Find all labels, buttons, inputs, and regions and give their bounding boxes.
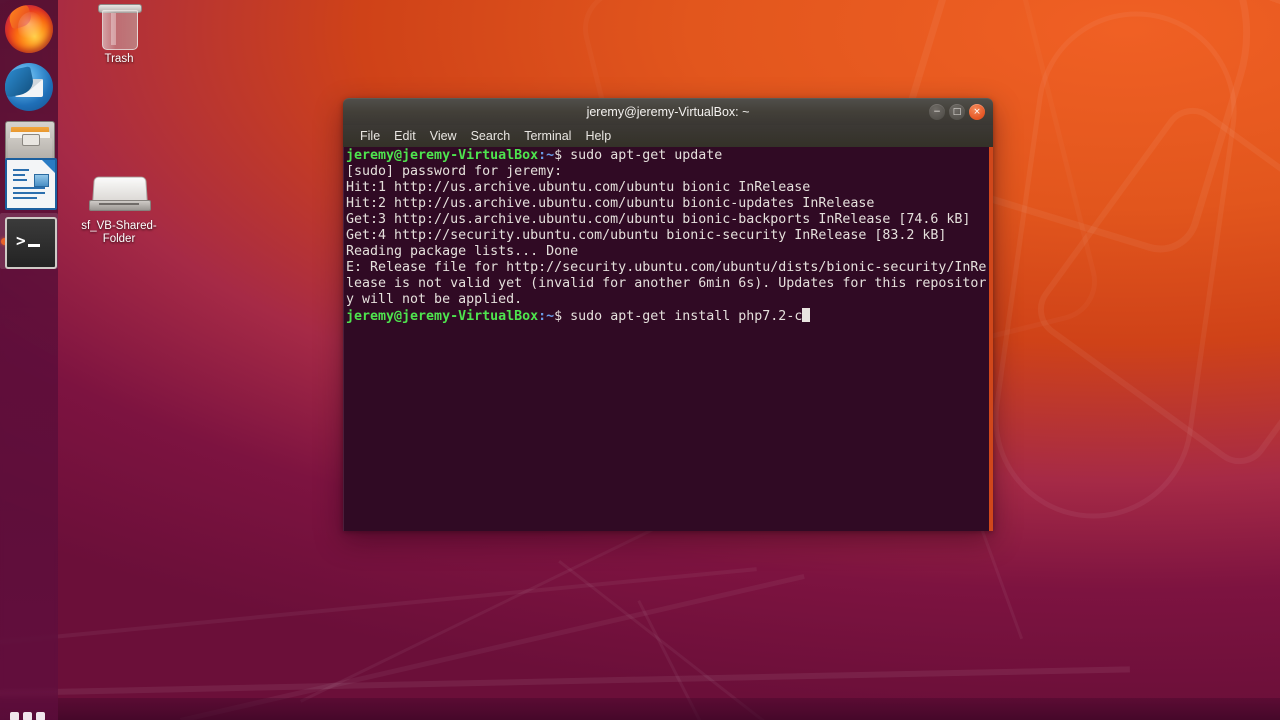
maximize-icon: □ bbox=[952, 107, 962, 117]
terminal-output-line: lease is not valid yet (invalid for anot… bbox=[346, 276, 987, 291]
minimize-icon: − bbox=[933, 107, 941, 117]
text-cursor bbox=[802, 308, 811, 322]
prompt-path: :~ bbox=[538, 148, 555, 163]
trash-icon bbox=[98, 2, 142, 50]
show-applications-button[interactable] bbox=[10, 704, 48, 720]
terminal-output-line: Hit:2 http://us.archive.ubuntu.com/ubunt… bbox=[346, 196, 875, 211]
window-controls: − □ × bbox=[929, 104, 985, 120]
desktop-icon-trash[interactable]: Trash bbox=[76, 2, 162, 66]
thunderbird-icon bbox=[5, 63, 53, 111]
menu-item-file[interactable]: File bbox=[353, 126, 387, 146]
terminal-icon: > bbox=[5, 217, 57, 269]
prompt-path: :~ bbox=[538, 309, 555, 324]
terminal-output-line: Get:4 http://security.ubuntu.com/ubuntu … bbox=[346, 228, 947, 243]
minimize-button[interactable]: − bbox=[929, 104, 945, 120]
menu-item-help[interactable]: Help bbox=[578, 126, 618, 146]
terminal-prompt-line: jeremy@jeremy-VirtualBox:~$ sudo apt-get… bbox=[346, 308, 985, 324]
wallpaper-shade bbox=[0, 698, 1280, 720]
menu-item-view[interactable]: View bbox=[423, 126, 464, 146]
terminal-scrollbar[interactable] bbox=[989, 147, 993, 531]
menu-item-terminal[interactable]: Terminal bbox=[517, 126, 578, 146]
prompt-user-host: jeremy@jeremy-VirtualBox bbox=[346, 309, 539, 324]
menu-item-edit[interactable]: Edit bbox=[387, 126, 423, 146]
terminal-output-line: E: Release file for http://security.ubun… bbox=[346, 260, 987, 275]
unity-launcher: > bbox=[0, 0, 58, 720]
menu-bar: File Edit View Search Terminal Help bbox=[343, 125, 993, 147]
launcher-item-terminal[interactable]: > bbox=[0, 213, 58, 269]
terminal-output-line: Reading package lists... Done bbox=[346, 244, 579, 259]
launcher-item-firefox[interactable] bbox=[5, 5, 53, 53]
firefox-icon bbox=[5, 5, 53, 53]
prompt-user-host: jeremy@jeremy-VirtualBox bbox=[346, 148, 539, 163]
window-title: jeremy@jeremy-VirtualBox: ~ bbox=[586, 105, 750, 119]
launcher-item-thunderbird[interactable] bbox=[5, 63, 53, 111]
maximize-button[interactable]: □ bbox=[949, 104, 965, 120]
hard-drive-icon bbox=[89, 176, 151, 216]
desktop-icon-label: Trash bbox=[104, 53, 134, 65]
terminal-prompt-line: jeremy@jeremy-VirtualBox:~$ sudo apt-get… bbox=[346, 148, 985, 164]
terminal-window: jeremy@jeremy-VirtualBox: ~ − □ × File E… bbox=[343, 98, 993, 531]
terminal-output-area[interactable]: jeremy@jeremy-VirtualBox:~$ sudo apt-get… bbox=[343, 147, 993, 531]
menu-item-search[interactable]: Search bbox=[464, 126, 518, 146]
launcher-item-libreoffice-writer[interactable] bbox=[5, 158, 57, 210]
close-icon: × bbox=[973, 107, 981, 117]
prompt-command: $ sudo apt-get install php7.2-c bbox=[554, 309, 803, 324]
window-titlebar[interactable]: jeremy@jeremy-VirtualBox: ~ − □ × bbox=[343, 98, 993, 125]
desktop: Trash sf_VB-Shared-Folder > jeremy@jerem… bbox=[0, 0, 1280, 720]
desktop-icon-label: sf_VB-Shared-Folder bbox=[81, 220, 157, 245]
close-button[interactable]: × bbox=[969, 104, 985, 120]
terminal-output-line: Get:3 http://us.archive.ubuntu.com/ubunt… bbox=[346, 212, 971, 227]
desktop-icon-shared-folder[interactable]: sf_VB-Shared-Folder bbox=[76, 176, 162, 246]
terminal-output-line: Hit:1 http://us.archive.ubuntu.com/ubunt… bbox=[346, 180, 811, 195]
terminal-text: jeremy@jeremy-VirtualBox:~$ sudo apt-get… bbox=[346, 148, 987, 324]
terminal-output-line: [sudo] password for jeremy: bbox=[346, 164, 563, 179]
libreoffice-writer-icon bbox=[5, 158, 57, 210]
prompt-command: $ sudo apt-get update bbox=[554, 148, 723, 163]
terminal-output-line: y will not be applied. bbox=[346, 292, 523, 307]
